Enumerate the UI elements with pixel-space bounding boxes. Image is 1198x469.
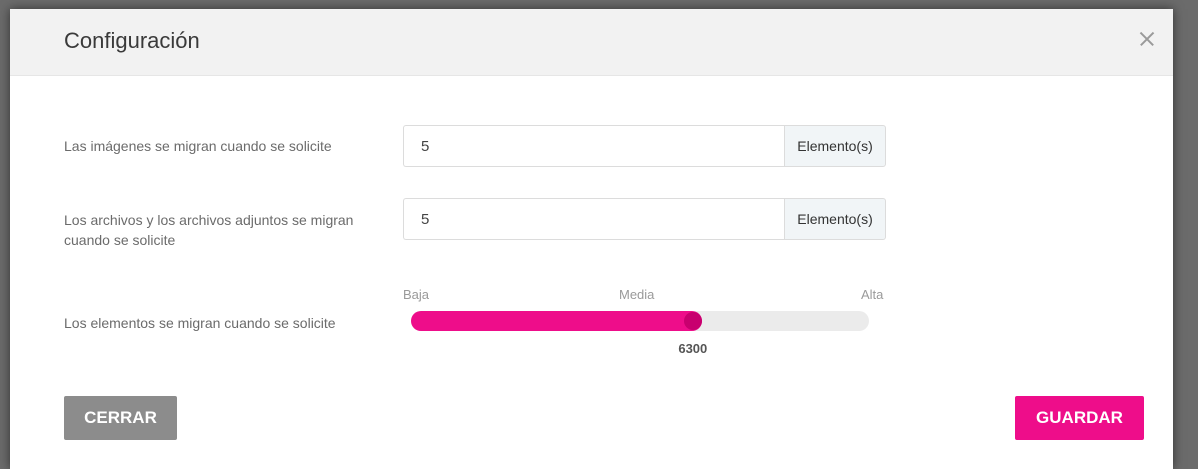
dialog-header: Configuración <box>10 9 1173 76</box>
files-setting-label: Los archivos y los archivos adjuntos se … <box>64 212 354 248</box>
images-unit-addon: Elemento(s) <box>784 125 886 167</box>
files-count-input[interactable] <box>403 198 784 240</box>
items-slider-thumb[interactable] <box>683 312 702 330</box>
slider-scale-high: Alta <box>861 287 884 302</box>
close-icon[interactable] <box>1135 27 1159 51</box>
files-unit-addon: Elemento(s) <box>784 198 886 240</box>
slider-scale-low: Baja <box>403 287 430 302</box>
settings-dialog: Configuración Las imágenes se migran cua… <box>10 9 1173 469</box>
images-input-group: Elemento(s) <box>403 125 886 167</box>
items-slider-value: 6300 <box>678 341 708 356</box>
files-input-group: Elemento(s) <box>403 198 886 240</box>
dialog-title: Configuración <box>64 28 200 53</box>
slider-scale-mid: Media <box>619 287 655 302</box>
items-setting-label: Los elementos se migran cuando se solici… <box>64 315 336 331</box>
close-button[interactable]: CERRAR <box>64 396 177 440</box>
items-slider[interactable] <box>411 311 869 331</box>
items-slider-fill <box>411 311 702 331</box>
images-count-input[interactable] <box>403 125 784 167</box>
save-button[interactable]: GUARDAR <box>1015 396 1144 440</box>
images-setting-label: Las imágenes se migran cuando se solicit… <box>64 138 332 154</box>
